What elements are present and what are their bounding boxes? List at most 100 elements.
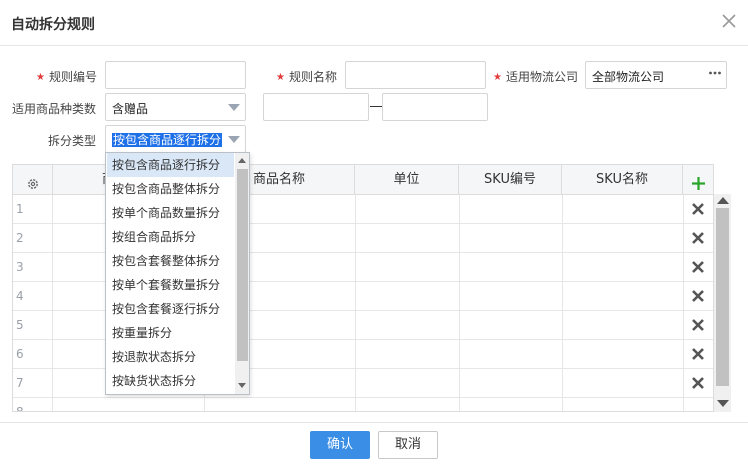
column-divider bbox=[459, 311, 460, 340]
column-divider bbox=[683, 311, 684, 340]
split-type-option[interactable]: 按包含商品整体拆分 bbox=[107, 177, 234, 201]
column-divider bbox=[459, 282, 460, 311]
column-divider bbox=[355, 369, 356, 398]
split-type-label: 拆分类型 bbox=[48, 134, 97, 148]
column-divider bbox=[355, 195, 356, 224]
col-header-sku-name: SKU名称 bbox=[562, 165, 683, 195]
row-number: 1 bbox=[13, 195, 53, 224]
rule-name-label: ★ 规则名称 bbox=[276, 68, 337, 85]
row-number: 3 bbox=[13, 253, 53, 282]
dialog-title: 自动拆分规则 bbox=[11, 17, 95, 33]
scroll-down-icon[interactable] bbox=[717, 400, 729, 407]
split-type-option[interactable]: 按退款状态拆分 bbox=[107, 345, 234, 369]
row-number: 5 bbox=[13, 311, 53, 340]
col-header-sku-no: SKU编号 bbox=[459, 165, 562, 195]
split-type-option[interactable]: 按包含商品逐行拆分 bbox=[107, 153, 234, 177]
split-type-option[interactable]: 按重量拆分 bbox=[107, 321, 234, 345]
scroll-thumb[interactable] bbox=[237, 169, 248, 361]
column-divider bbox=[355, 253, 356, 282]
column-divider bbox=[683, 282, 684, 311]
column-divider bbox=[683, 195, 684, 224]
product-types-label: 适用商品种类数 bbox=[12, 102, 97, 116]
x-icon[interactable] bbox=[691, 347, 705, 361]
product-types-value: 含赠品 bbox=[112, 102, 149, 116]
split-type-option[interactable]: 按单个套餐数量拆分 bbox=[107, 273, 234, 297]
split-type-option[interactable]: 按包含套餐逐行拆分 bbox=[107, 297, 234, 321]
column-divider bbox=[562, 282, 563, 311]
logistics-value: 全部物流公司 bbox=[592, 70, 665, 84]
row-number: 6 bbox=[13, 340, 53, 369]
x-icon[interactable] bbox=[691, 202, 705, 216]
required-mark: ★ bbox=[276, 72, 285, 83]
table-row[interactable]: 8 bbox=[13, 398, 713, 411]
caret-down-icon bbox=[228, 136, 240, 143]
ellipsis-icon[interactable] bbox=[708, 66, 722, 83]
rule-no-label: ★ 规则编号 bbox=[36, 68, 97, 85]
split-type-select[interactable]: 按包含商品逐行拆分 bbox=[105, 125, 246, 153]
logistics-label-text: 适用物流公司 bbox=[505, 70, 578, 84]
x-icon[interactable] bbox=[691, 318, 705, 332]
split-type-option[interactable]: 按组合商品拆分 bbox=[107, 225, 234, 249]
scroll-up-icon[interactable] bbox=[717, 197, 729, 204]
rule-no-input[interactable] bbox=[105, 61, 246, 89]
column-divider bbox=[562, 369, 563, 398]
rule-name-label-text: 规则名称 bbox=[288, 70, 337, 84]
column-divider bbox=[459, 398, 460, 411]
column-divider bbox=[459, 253, 460, 282]
split-type-option[interactable]: 按单个商品数量拆分 bbox=[107, 201, 234, 225]
required-mark: ★ bbox=[493, 72, 502, 83]
column-divider bbox=[683, 224, 684, 253]
column-divider bbox=[204, 398, 205, 411]
column-divider bbox=[562, 224, 563, 253]
scroll-up-icon[interactable] bbox=[238, 158, 246, 163]
required-mark: ★ bbox=[36, 72, 45, 83]
cancel-button[interactable]: 取消 bbox=[378, 431, 438, 459]
column-divider bbox=[355, 311, 356, 340]
split-type-value: 按包含商品逐行拆分 bbox=[112, 131, 223, 148]
dropdown-scrollbar[interactable] bbox=[235, 153, 249, 394]
range-separator bbox=[370, 106, 382, 107]
row-number: 7 bbox=[13, 369, 53, 398]
add-row-cell[interactable] bbox=[683, 165, 713, 195]
grid-scrollbar[interactable] bbox=[714, 194, 731, 412]
column-divider bbox=[459, 340, 460, 369]
split-type-option[interactable]: 按缺货状态拆分 bbox=[107, 369, 234, 393]
range-to-input[interactable] bbox=[382, 93, 488, 121]
logistics-label: ★ 适用物流公司 bbox=[493, 68, 578, 85]
split-type-selected-text: 按包含商品逐行拆分 bbox=[112, 133, 223, 147]
caret-down-icon bbox=[228, 104, 240, 111]
scroll-thumb[interactable] bbox=[716, 208, 729, 386]
grid-settings-cell[interactable] bbox=[13, 165, 53, 195]
x-icon[interactable] bbox=[691, 260, 705, 274]
column-divider bbox=[562, 311, 563, 340]
column-divider bbox=[459, 369, 460, 398]
range-from-input[interactable] bbox=[263, 93, 369, 121]
row-number: 4 bbox=[13, 282, 53, 311]
column-divider bbox=[355, 340, 356, 369]
dialog-header: 自动拆分规则 bbox=[0, 0, 748, 46]
column-divider bbox=[562, 253, 563, 282]
rule-name-input[interactable] bbox=[345, 61, 486, 89]
logistics-picker[interactable]: 全部物流公司 bbox=[585, 61, 727, 89]
scroll-down-icon[interactable] bbox=[238, 383, 246, 388]
column-divider bbox=[459, 195, 460, 224]
col-header-unit: 单位 bbox=[355, 165, 459, 195]
x-icon[interactable] bbox=[691, 231, 705, 245]
column-divider bbox=[355, 282, 356, 311]
rule-no-label-text: 规则编号 bbox=[48, 70, 97, 84]
row-number: 2 bbox=[13, 224, 53, 253]
column-divider bbox=[683, 253, 684, 282]
split-type-option[interactable]: 按包含套餐整体拆分 bbox=[107, 249, 234, 273]
dialog-footer bbox=[0, 422, 748, 468]
x-icon[interactable] bbox=[691, 289, 705, 303]
confirm-button[interactable]: 确认 bbox=[310, 431, 370, 459]
column-divider bbox=[355, 224, 356, 253]
column-divider bbox=[355, 398, 356, 411]
close-icon[interactable] bbox=[720, 12, 738, 30]
column-divider bbox=[683, 369, 684, 398]
column-divider bbox=[459, 224, 460, 253]
split-type-dropdown: 按包含商品逐行拆分 按包含商品整体拆分 按单个商品数量拆分 按组合商品拆分 按包含套餐整… bbox=[105, 152, 250, 395]
product-types-select[interactable]: 含赠品 bbox=[105, 93, 246, 121]
column-divider bbox=[562, 195, 563, 224]
x-icon[interactable] bbox=[691, 376, 705, 390]
